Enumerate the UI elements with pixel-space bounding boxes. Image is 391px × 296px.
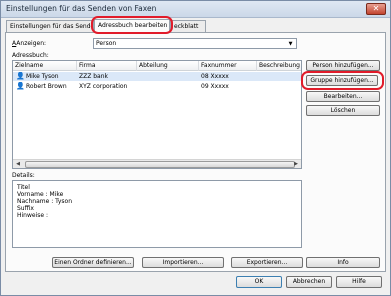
- address-list[interactable]: Zielname Firma Abteilung Faxnummer Besch…: [12, 60, 302, 169]
- row-company: ZZZ bank: [79, 73, 109, 80]
- show-label-text: Anzeigen:: [16, 40, 47, 47]
- row-name: Mike Tyson: [26, 73, 59, 80]
- row-company: XYZ corporation: [79, 83, 128, 90]
- add-group-highlight-annotation: [301, 71, 384, 90]
- show-dropdown-value: Person: [96, 40, 117, 47]
- table-row[interactable]: 👤 Mike Tyson ZZZ bank 08 Xxxxx: [13, 72, 301, 81]
- row-name: Robert Brown: [26, 83, 67, 90]
- column-header-company[interactable]: Firma: [77, 61, 137, 71]
- row-fax: 08 Xxxxx: [201, 73, 229, 80]
- details-lastname-line: Nachname : Tyson: [17, 198, 72, 205]
- scroll-right-icon[interactable]: ▶: [291, 160, 301, 168]
- column-header-name[interactable]: Zielname: [13, 61, 77, 71]
- details-firstname-line: Vorname : Mike: [17, 191, 64, 198]
- cancel-button[interactable]: Abbrechen: [286, 276, 332, 288]
- address-book-label: Adressbuch:: [12, 52, 49, 59]
- tab-sending-settings[interactable]: Einstellungen für das Senden: [6, 20, 94, 32]
- import-button[interactable]: Importieren...: [142, 257, 224, 268]
- export-button[interactable]: Exportieren...: [231, 257, 303, 268]
- details-suffix-line: Suffix: [17, 205, 34, 212]
- row-department: [139, 72, 197, 81]
- scrollbar-thumb[interactable]: [25, 161, 295, 168]
- close-icon: ✕: [372, 4, 380, 13]
- column-header-department[interactable]: Abteilung: [137, 61, 199, 71]
- details-title-line: Titel: [17, 184, 30, 191]
- define-folder-button[interactable]: Einen Ordner definieren...: [52, 257, 134, 268]
- horizontal-scrollbar[interactable]: ◀ ▶: [13, 159, 301, 168]
- person-icon: 👤: [16, 72, 24, 80]
- info-button[interactable]: Info: [306, 257, 380, 268]
- column-header-description[interactable]: Beschreibung: [257, 61, 301, 71]
- column-header-fax[interactable]: Faxnummer: [199, 61, 257, 71]
- ok-button[interactable]: OK: [236, 276, 282, 288]
- tab-highlight-annotation: [91, 16, 173, 34]
- details-label: Details:: [12, 172, 35, 179]
- address-list-header: Zielname Firma Abteilung Faxnummer Besch…: [13, 61, 301, 71]
- row-fax: 09 Xxxxx: [201, 83, 229, 90]
- person-icon: 👤: [16, 82, 24, 90]
- delete-button[interactable]: Löschen: [306, 105, 380, 116]
- chevron-down-icon: ▼: [288, 41, 293, 47]
- details-box: Titel Vorname : Mike Nachname : Tyson Su…: [12, 180, 302, 248]
- window-title: Einstellungen für das Senden von Faxen: [6, 4, 157, 13]
- show-dropdown[interactable]: Person ▼: [93, 38, 297, 49]
- tab-cover-sheet[interactable]: eckblatt: [170, 20, 206, 32]
- scroll-left-icon[interactable]: ◀: [13, 160, 23, 168]
- row-department: [139, 82, 197, 91]
- add-person-button[interactable]: Person hinzufügen...: [306, 60, 380, 71]
- close-button[interactable]: ✕: [366, 3, 386, 15]
- details-notes-line: Hinweise :: [17, 212, 48, 219]
- table-row[interactable]: 👤 Robert Brown XYZ corporation 09 Xxxxx: [13, 82, 301, 91]
- help-button[interactable]: Hilfe: [336, 276, 382, 288]
- show-label: AAnzeigen:: [12, 40, 47, 47]
- edit-button[interactable]: Bearbeiten...: [306, 91, 380, 102]
